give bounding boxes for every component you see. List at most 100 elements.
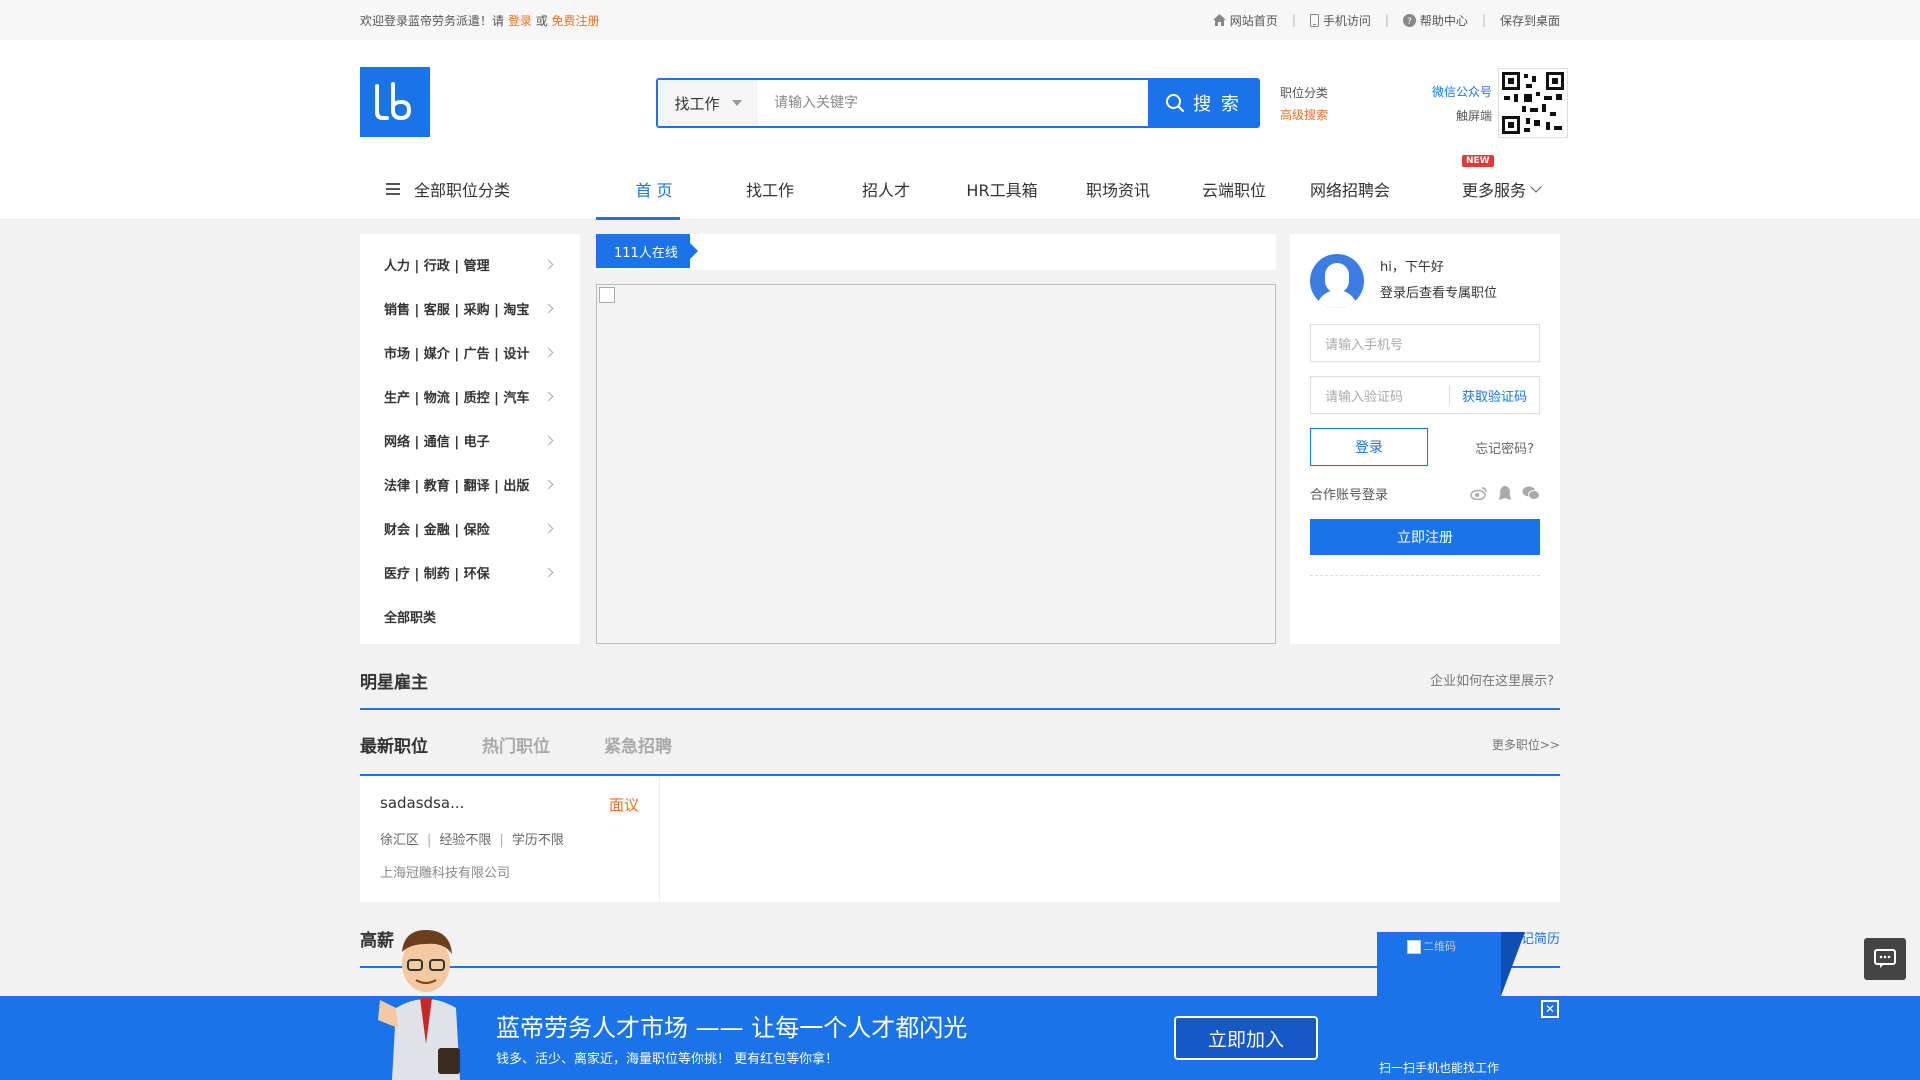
nav-item-home[interactable]: 首 页 [596,158,712,220]
divider: | [1291,13,1296,27]
chevron-right-icon [543,523,554,533]
join-button[interactable]: 立即加入 [1174,1016,1318,1060]
banner-image[interactable] [596,284,1276,644]
login-link[interactable]: 登录 [508,14,532,28]
sidebar-item[interactable]: 市场 | 媒介 | 广告 | 设计 [360,330,580,374]
promo-slogan: 蓝帝劳务人才市场 —— 让每一个人才都闪光 [496,1014,968,1042]
code-field[interactable]: 请输入验证码 获取验证码 [1310,376,1540,414]
nav-item-news[interactable]: 职场资讯 [1060,158,1176,220]
online-count-badge: 111人在线 [596,234,698,268]
job-category-link[interactable]: 职位分类 [1280,82,1328,104]
sidebar-item[interactable]: 生产 | 物流 | 质控 | 汽车 [360,374,580,418]
close-icon[interactable]: ✕ [1541,1000,1559,1018]
star-employer-link[interactable]: 企业如何在这里展示? [1430,670,1554,689]
sidebar-item-label: 市场 | 媒介 | 广告 | 设计 [384,346,530,362]
forgot-password-link[interactable]: 忘记密码? [1475,438,1534,457]
corner-fold [1501,932,1525,996]
login-greeting: hi，下午好 登录后查看专属职位 [1310,254,1540,308]
header-links: 职位分类 高级搜索 [1280,82,1328,126]
chevron-down-icon [1530,181,1542,193]
sidebar-item[interactable]: 医疗 | 制药 | 环保 [360,550,580,594]
welcome-label: 欢迎登录蓝帝劳务派遣！请 [360,13,505,28]
qr-code [1498,68,1568,138]
all-categories-button[interactable]: 全部职位分类 [360,177,596,201]
job-experience: 经验不限 [439,833,492,848]
more-jobs-link[interactable]: 更多职位>> [1492,736,1560,753]
search-bar: 找工作 搜 索 [656,78,1260,128]
header: 找工作 搜 索 职位分类 高级搜索 微信公众号 触屏端 [0,40,1920,158]
search-input[interactable] [758,80,1148,126]
star-employer-title: 明星雇主 [360,673,428,693]
promo-bar: 蓝帝劳务人才市场 —— 让每一个人才都闪光 钱多、活少、离家近，海量职位等你挑！… [0,996,1920,1080]
sidebar-item-label: 生产 | 物流 | 质控 | 汽车 [384,390,530,406]
coop-login: 合作账号登录 [1310,484,1540,503]
chevron-right-icon [543,303,554,313]
mobile-link-label: 手机访问 [1322,13,1371,28]
broken-image-icon [599,287,615,303]
qr-labels: 微信公众号 触屏端 [1422,80,1492,128]
chevron-right-icon [543,347,554,357]
phone-icon [1309,13,1319,27]
home-link[interactable]: 网站首页 [1212,12,1278,29]
register-link[interactable]: 免费注册 [552,14,600,28]
touch-link[interactable]: 触屏端 [1422,104,1492,128]
nav-item-cloud-jobs[interactable]: 云端职位 [1176,158,1292,220]
sidebar-item[interactable]: 人力 | 行政 | 管理 [360,242,580,286]
svg-text:?: ? [1407,17,1412,27]
sidebar-item-label: 财会 | 金融 | 保险 [384,522,490,538]
tab-latest[interactable]: 最新职位 [360,732,428,757]
search-button[interactable]: 搜 索 [1148,80,1258,126]
nav-items: 首 页 找工作 招人才 HR工具箱 职场资讯 云端职位 网络招聘会 [596,158,1408,220]
chat-button[interactable] [1864,938,1906,980]
login-button[interactable]: 登录 [1310,428,1428,466]
mobile-link[interactable]: 手机访问 [1309,12,1371,29]
advanced-search-link[interactable]: 高级搜索 [1280,104,1328,126]
chevron-right-icon [543,479,554,489]
register-button[interactable]: 立即注册 [1310,519,1540,555]
nav-item-online-fair[interactable]: 网络招聘会 [1292,158,1408,220]
more-services-menu[interactable]: NEW 更多服务 [1461,155,1560,201]
sidebar-item-label: 法律 | 教育 | 翻译 | 出版 [384,478,530,494]
sidebar-item[interactable]: 网络 | 通信 | 电子 [360,418,580,462]
nav-item-recruit[interactable]: 招人才 [828,158,944,220]
nav-item-find-job[interactable]: 找工作 [712,158,828,220]
avatar [1310,254,1364,308]
job-title[interactable]: sadasdsa... [380,794,464,815]
sidebar-item-label: 医疗 | 制药 | 环保 [384,566,490,582]
qq-icon[interactable] [1498,485,1512,502]
get-code-button[interactable]: 获取验证码 [1448,385,1539,405]
divider: | [1481,13,1486,27]
coop-icons [1470,485,1540,502]
nav-item-hr-tools[interactable]: HR工具箱 [944,158,1060,220]
broken-image-icon [1407,940,1421,954]
help-link[interactable]: ? 帮助中心 [1402,12,1468,29]
divider: | [1384,13,1389,27]
main-area: 人力 | 行政 | 管理 销售 | 客服 | 采购 | 淘宝 市场 | 媒介 |… [360,220,1560,644]
search-type-select[interactable]: 找工作 [658,80,758,126]
site-logo[interactable] [360,67,430,137]
wechat-link[interactable]: 微信公众号 [1422,80,1492,104]
category-sidebar: 人力 | 行政 | 管理 销售 | 客服 | 采购 | 淘宝 市场 | 媒介 |… [360,234,580,644]
wechat-icon[interactable] [1522,486,1540,500]
tab-hot[interactable]: 热门职位 [482,732,550,757]
weibo-icon[interactable] [1470,486,1488,500]
search-icon [1166,94,1185,113]
bottom-qr-image: 二维码 [1377,932,1525,1056]
tab-urgent[interactable]: 紧急招聘 [604,732,672,757]
more-services-label: 更多服务 [1461,181,1526,200]
sidebar-item[interactable]: 财会 | 金融 | 保险 [360,506,580,550]
job-header: sadasdsa... 面议 [380,794,639,815]
sidebar-item[interactable]: 销售 | 客服 | 采购 | 淘宝 [360,286,580,330]
all-categories-label: 全部职位分类 [414,181,511,200]
job-company[interactable]: 上海冠雕科技有限公司 [380,862,639,881]
sidebar-item[interactable]: 法律 | 教育 | 翻译 | 出版 [360,462,580,506]
chevron-right-icon [543,435,554,445]
center-column: 111人在线 [596,234,1276,644]
greeting-text: hi，下午好 登录后查看专属职位 [1380,255,1497,307]
chat-icon [1874,949,1896,968]
phone-field[interactable]: 请输入手机号 [1310,324,1540,362]
job-card[interactable]: sadasdsa... 面议 徐汇区 | 经验不限 | 学历不限 上海冠雕科技有限公司 [360,776,660,902]
login-panel: hi，下午好 登录后查看专属职位 请输入手机号 请输入验证码 获取验证码 登录 … [1290,234,1560,644]
save-desktop-link[interactable]: 保存到桌面 [1500,12,1560,29]
divider [1310,575,1540,576]
